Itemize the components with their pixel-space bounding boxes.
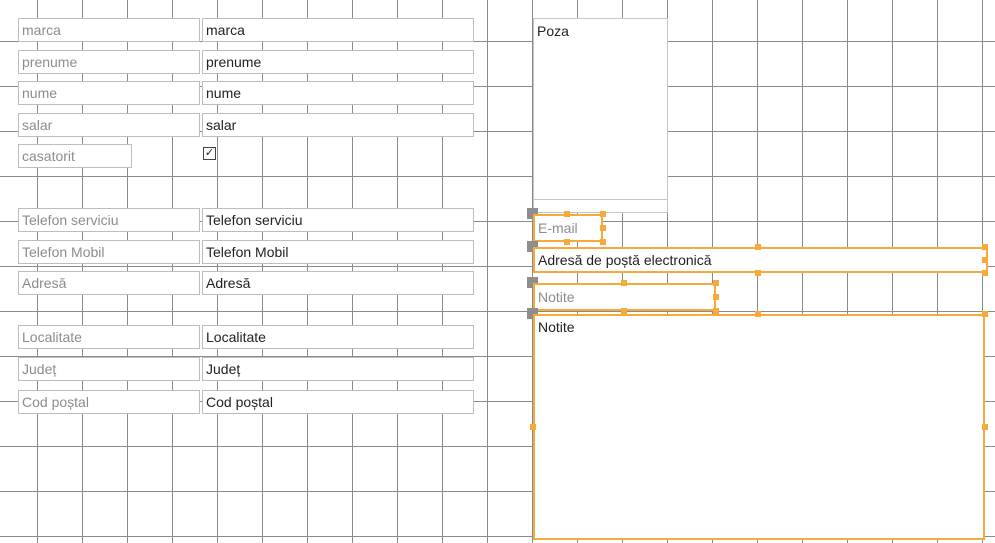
resize-handle[interactable] [982,424,988,430]
textbox-nume[interactable]: nume [202,81,474,105]
resize-handle[interactable] [564,211,570,217]
textbox-notite[interactable]: Notite [533,314,985,540]
photo-frame[interactable]: Poza [533,18,668,213]
checkbox-casatorit[interactable]: ✓ [203,147,216,160]
resize-handle[interactable] [713,280,719,286]
resize-handle[interactable] [600,211,606,217]
resize-handle[interactable] [600,239,606,245]
resize-handle[interactable] [755,244,761,250]
label-telefon-serviciu[interactable]: Telefon serviciu [18,208,200,232]
resize-handle[interactable] [530,424,536,430]
textbox-telefon-mobil[interactable]: Telefon Mobil [202,240,474,264]
textbox-marca[interactable]: marca [202,18,474,42]
label-judet[interactable]: Județ [18,357,200,381]
textbox-salar[interactable]: salar [202,113,474,137]
textbox-telefon-serviciu[interactable]: Telefon serviciu [202,208,474,232]
label-nume[interactable]: nume [18,81,200,105]
label-telefon-mobil[interactable]: Telefon Mobil [18,240,200,264]
resize-handle[interactable] [621,280,627,286]
textbox-judet[interactable]: Județ [202,357,474,381]
resize-handle[interactable] [982,244,988,250]
resize-handle[interactable] [982,270,988,276]
resize-handle[interactable] [755,270,761,276]
label-notite[interactable]: Notite [533,283,716,311]
label-adresa[interactable]: Adresă [18,271,200,295]
label-cod-postal[interactable]: Cod poștal [18,390,200,414]
photo-frame-divider [534,199,667,200]
label-email[interactable]: E-mail [533,214,603,242]
resize-handle[interactable] [982,257,988,263]
resize-handle[interactable] [564,239,570,245]
label-localitate[interactable]: Localitate [18,325,200,349]
label-salar[interactable]: salar [18,113,200,137]
textbox-adresa[interactable]: Adresă [202,271,474,295]
label-marca[interactable]: marca [18,18,200,42]
label-casatorit[interactable]: casatorit [18,144,132,168]
textbox-cod-postal[interactable]: Cod poștal [202,390,474,414]
photo-label: Poza [537,23,569,39]
resize-handle[interactable] [982,311,988,317]
resize-handle[interactable] [755,311,761,317]
resize-handle[interactable] [600,225,606,231]
textbox-localitate[interactable]: Localitate [202,325,474,349]
textbox-prenume[interactable]: prenume [202,50,474,74]
label-prenume[interactable]: prenume [18,50,200,74]
resize-handle[interactable] [713,294,719,300]
